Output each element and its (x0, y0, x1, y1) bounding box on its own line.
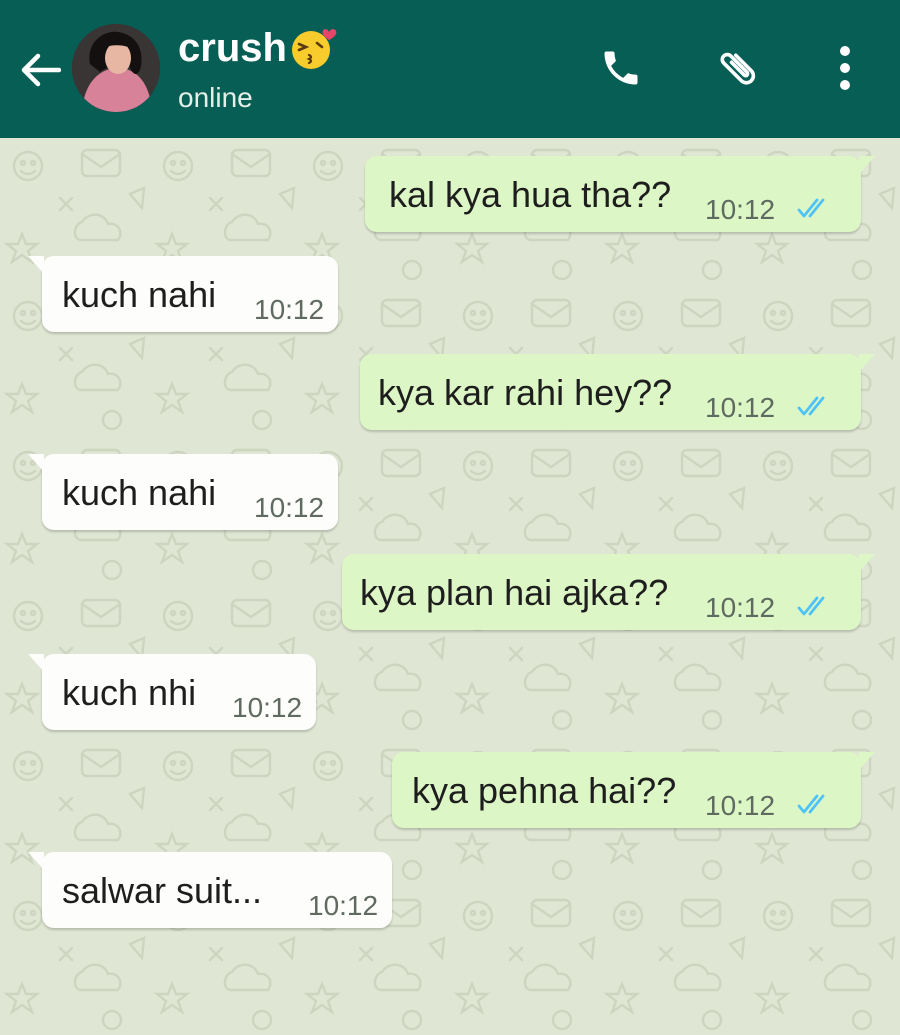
phone-icon (604, 51, 638, 85)
message-time: 10:12 (232, 692, 303, 723)
message-list[interactable]: kal kya hua tha?? 10:12 kuch nahi 10:12 … (0, 138, 900, 1035)
message-outgoing[interactable]: kya plan hai ajka?? 10:12 (342, 554, 875, 630)
paperclip-icon (720, 52, 756, 85)
message-incoming[interactable]: kuch nhi 10:12 (28, 654, 316, 730)
contact-avatar[interactable] (72, 24, 160, 112)
message-text: kya pehna hai?? (412, 770, 677, 811)
message-incoming[interactable]: salwar suit... 10:12 (28, 852, 392, 928)
more-vertical-icon (840, 46, 850, 90)
kissing-face-emoji (291, 29, 337, 69)
message-incoming[interactable]: kuch nahi 10:12 (28, 256, 338, 332)
double-check-icon (797, 198, 825, 218)
bubble-tail (859, 554, 875, 572)
message-outgoing[interactable]: kal kya hua tha?? 10:12 (365, 156, 875, 232)
message-time: 10:12 (705, 392, 776, 423)
message-text: kuch nahi (62, 274, 217, 315)
message-text: kuch nhi (62, 672, 197, 713)
bubble-tail (859, 156, 875, 174)
double-check-icon (797, 396, 825, 416)
message-time: 10:12 (308, 890, 379, 921)
contact-status: online (178, 82, 253, 113)
message-text: salwar suit... (62, 870, 263, 911)
bubble-tail (859, 752, 875, 770)
avatar-image (72, 24, 160, 112)
back-button[interactable] (14, 44, 66, 96)
message-text: kya kar rahi hey?? (378, 372, 673, 413)
bubble-tail (28, 454, 44, 472)
bubble-tail (28, 654, 44, 672)
message-time: 10:12 (705, 790, 776, 821)
message-time: 10:12 (705, 194, 776, 225)
bubble-tail (28, 852, 44, 870)
contact-name[interactable]: crush (178, 24, 339, 72)
double-check-icon (797, 794, 825, 814)
bubble-tail (28, 256, 44, 274)
arrow-left-icon (21, 53, 61, 87)
message-outgoing[interactable]: kya kar rahi hey?? 10:12 (360, 354, 875, 430)
message-text: kal kya hua tha?? (389, 174, 672, 215)
menu-button[interactable] (817, 40, 873, 96)
message-time: 10:12 (705, 592, 776, 623)
call-button[interactable] (593, 40, 649, 96)
message-outgoing[interactable]: kya pehna hai?? 10:12 (392, 752, 875, 828)
message-time: 10:12 (254, 294, 325, 325)
bubble-tail (859, 354, 875, 372)
message-text: kya plan hai ajka?? (360, 572, 669, 613)
double-check-icon (797, 596, 825, 616)
message-text: kuch nahi (62, 472, 217, 513)
contact-name-text: crush (178, 25, 287, 70)
chat-header: crush online (0, 0, 900, 138)
attach-button[interactable] (712, 40, 768, 96)
message-time: 10:12 (254, 492, 325, 523)
message-incoming[interactable]: kuch nahi 10:12 (28, 454, 338, 530)
